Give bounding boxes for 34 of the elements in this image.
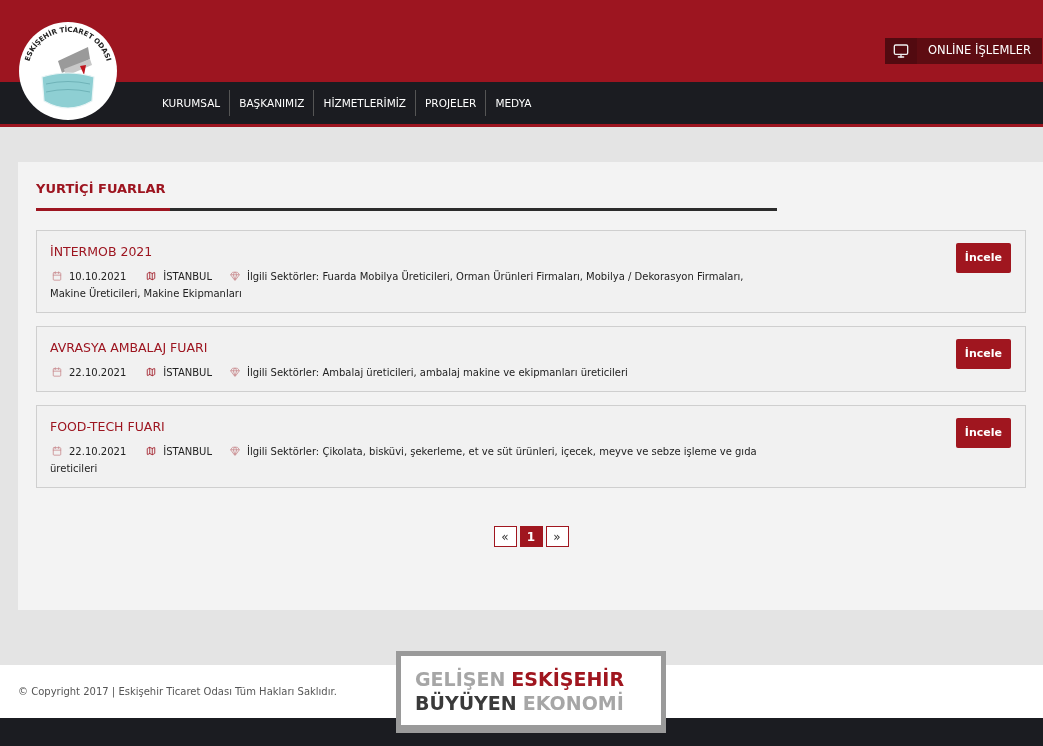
fair-title[interactable]: İNTERMOB 2021 [50, 243, 780, 261]
page-button[interactable]: 1 [519, 526, 543, 547]
section-title: YURTİÇİ FUARLAR [36, 180, 167, 198]
fair-details: 22.10.2021 İSTANBUL İlgili Sektörler: Ambalaj üreticileri, ambalaj makine ve ekipmanları üreticileri [50, 364, 780, 381]
map-icon [146, 446, 157, 456]
map-icon [146, 271, 157, 281]
nav-link[interactable]: MEDYA [485, 90, 541, 116]
slogan-word: EKONOMİ [522, 690, 624, 715]
calendar-icon [52, 271, 62, 281]
calendar-icon [52, 446, 62, 456]
previous-page-button[interactable]: « [493, 526, 517, 547]
fair-details: 22.10.2021 İSTANBUL İlgili Sektörler: Çikolata, bisküvi, şekerleme, et ve süt ürünleri, içecek, meyve ve sebze işleme ve gıda üreticileri [50, 444, 758, 476]
next-page-button[interactable]: » [545, 526, 569, 547]
monitor-icon [893, 43, 910, 59]
nav-link[interactable]: PROJELER [415, 90, 486, 116]
review-button[interactable]: İncele [955, 418, 1011, 448]
nav-link[interactable]: BAŞKANIMIZ [229, 90, 314, 116]
review-button[interactable]: İncele [955, 339, 1011, 369]
fair-details: 10.10.2021 İSTANBUL İlgili Sektörler: Fuarda Mobilya Üreticileri, Orman Ürünleri Firmaları, Mobilya / Dekorasyon Firmaları, Makine Üreticileri, Makine Ekipmanları [50, 269, 745, 301]
fair-title[interactable]: AVRASYA AMBALAJ FUARI [50, 339, 780, 357]
gem-icon [229, 367, 240, 377]
nav-link[interactable]: HİZMETLERİMİZ [313, 90, 415, 116]
copyright-text: © Copyright 2017 | Eskişehir Ticaret Odası Tüm Hakları Saklıdır. [18, 685, 337, 699]
slogan-word: ESKİŞEHİR [511, 666, 625, 691]
gem-icon [229, 446, 240, 456]
map-icon [146, 367, 157, 377]
nav-link[interactable]: KURUMSAL [153, 90, 230, 116]
fair-title[interactable]: FOOD-TECH FUARI [50, 418, 780, 436]
slogan-word: BÜYÜYEN [415, 690, 517, 715]
slogan-word: GELİŞEN [415, 666, 506, 691]
review-button[interactable]: İncele [955, 243, 1011, 273]
online-services-button[interactable]: ONLİNE İŞLEMLER [885, 38, 1042, 64]
gem-icon [229, 271, 240, 281]
calendar-icon [52, 367, 62, 377]
